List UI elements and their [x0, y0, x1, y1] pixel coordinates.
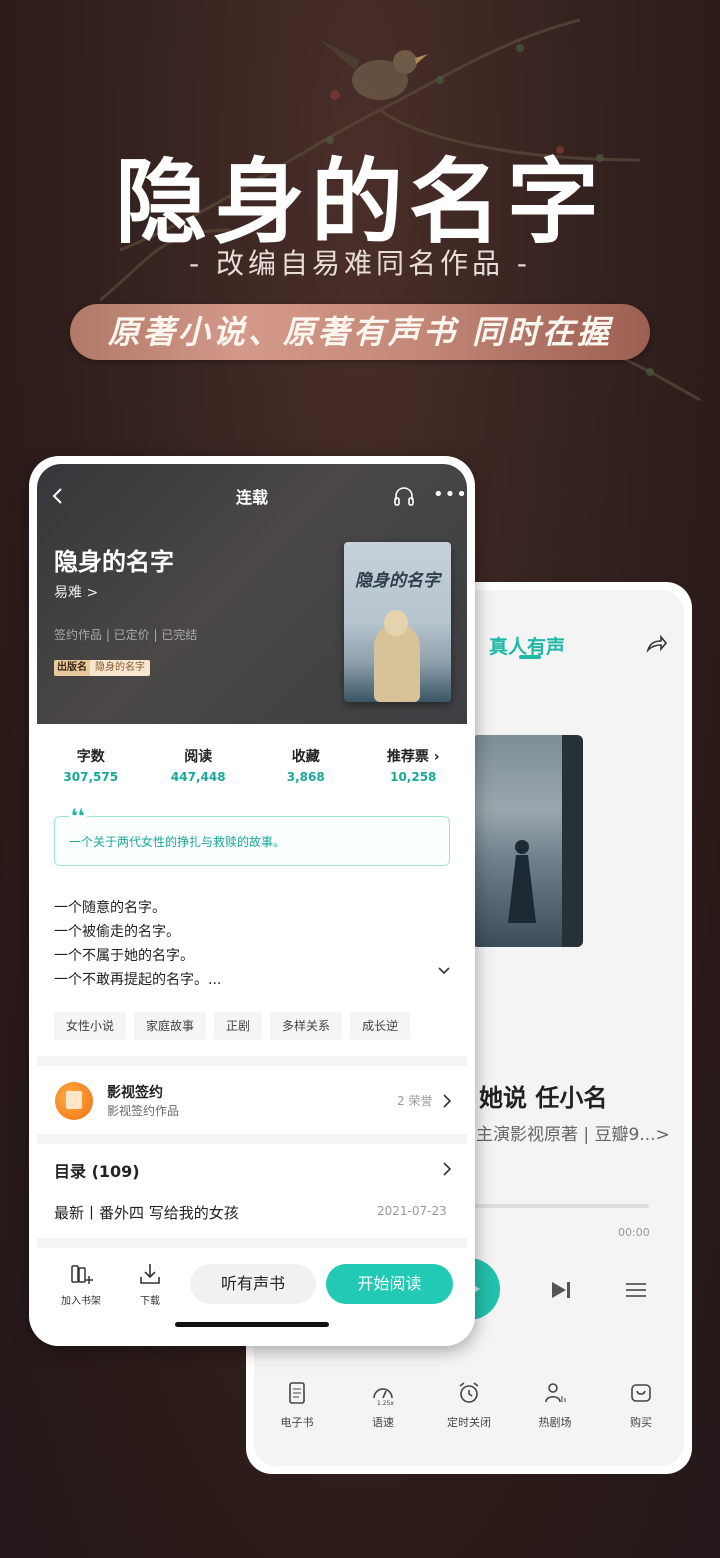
divider [37, 1238, 467, 1248]
tag[interactable]: 家庭故事 [134, 1012, 207, 1040]
playlist-icon[interactable] [624, 1280, 648, 1300]
tool-ebook[interactable]: 电子书 [257, 1380, 337, 1430]
tool-label: 购买 [630, 1416, 652, 1429]
book-phone: 连载 ••• 隐身的名字 易难 > 签约作品 | 已定价 | 已完结 出版名 隐… [29, 456, 475, 1346]
tool-label: 定时关闭 [447, 1416, 491, 1429]
cover-title: 隐身的名字 [355, 571, 440, 591]
book-stats: 字数 307,575 阅读 447,448 收藏 3,868 推荐票 › 10,… [37, 746, 467, 784]
author-link[interactable]: 易难 > [54, 582, 98, 602]
hero-subtitle: - 改编自易难同名作品 - [188, 247, 531, 280]
book-header: 连载 ••• 隐身的名字 易难 > 签约作品 | 已定价 | 已完结 出版名 隐… [37, 464, 467, 724]
intro-line: 一个不属于她的名字。 [54, 948, 194, 964]
divider [37, 1056, 467, 1066]
hero-banner-text: 原著小说、原著有声书 同时在握 [107, 313, 613, 351]
more-icon[interactable]: ••• [433, 484, 467, 505]
start-reading-button[interactable]: 开始阅读 [326, 1264, 453, 1304]
audio-title-underline [519, 655, 541, 659]
book-intro[interactable]: 一个随意的名字。 一个被偷走的名字。 一个不属于她的名字。 一个不敢再提起的名字… [54, 896, 434, 992]
stat-label: 字数 [76, 749, 105, 765]
headphones-icon[interactable] [392, 484, 416, 508]
stat-label: 收藏 [291, 749, 320, 765]
stat-favorites: 收藏 3,868 [252, 746, 360, 784]
ebook-icon [289, 1382, 305, 1404]
share-icon[interactable] [644, 632, 668, 656]
download-icon [140, 1264, 160, 1284]
toc-link[interactable]: 目录 (109) [54, 1158, 140, 1182]
publish-badge-tag: 出版名 [54, 660, 90, 676]
quote-box: ❛❛ 一个关于两代女性的挣扎与救赎的故事。 [54, 806, 450, 866]
stat-value: 307,575 [63, 770, 119, 784]
tag[interactable]: 多样关系 [270, 1012, 343, 1040]
stat-value: 447,448 [170, 770, 226, 784]
woman-silhouette [508, 840, 536, 923]
book-cover[interactable]: 隐身的名字 [344, 542, 451, 702]
latest-date: 2021-07-23 [377, 1204, 447, 1218]
stat-label: 阅读 [184, 749, 213, 765]
tool-buy[interactable]: 购买 [601, 1380, 681, 1430]
tool-label: 热剧场 [538, 1416, 572, 1429]
latest-chapter[interactable]: 最新丨番外四 写给我的女孩 [54, 1202, 239, 1223]
film-title: 影视签约 [107, 1085, 163, 1101]
film-subtitle: 影视签约作品 [107, 1104, 180, 1118]
audio-time: 00:00 [618, 1226, 650, 1239]
book-title: 隐身的名字 [54, 548, 174, 576]
intro-line: 一个随意的名字。 [54, 900, 166, 916]
hero-banner: 原著小说、原著有声书 同时在握 [70, 304, 650, 360]
tag[interactable]: 女性小说 [54, 1012, 127, 1040]
intro-line: 一个被偷走的名字。 [54, 924, 180, 940]
bottom-action-bar: 加入书架 下载 听有声书 开始阅读 [37, 1262, 467, 1320]
download-label: 下载 [140, 1296, 160, 1307]
tag[interactable]: 成长逆 [350, 1012, 411, 1040]
audio-cover-image [472, 735, 583, 947]
intro-line: 一个不敢再提起的名字。... [54, 972, 222, 988]
quote-text: 一个关于两代女性的挣扎与救赎的故事。 [69, 835, 286, 849]
alarm-clock-icon [459, 1382, 479, 1403]
theater-icon [545, 1383, 566, 1403]
audio-song-desc[interactable]: 主演影视原著 | 豆瓣9...> [476, 1120, 670, 1145]
tool-timer[interactable]: 定时关闭 [429, 1380, 509, 1430]
film-contract-icon [55, 1082, 93, 1120]
listen-audiobook-button[interactable]: 听有声书 [190, 1264, 316, 1304]
tag-list: 女性小说 家庭故事 正剧 多样关系 成长逆 [54, 1012, 411, 1040]
divider [37, 1134, 467, 1144]
download-button[interactable]: 下载 [120, 1262, 180, 1307]
publish-badge: 出版名 隐身的名字 [54, 660, 150, 676]
stat-value: 3,868 [286, 770, 325, 784]
speed-icon: 1.25x [373, 1388, 394, 1407]
next-track-icon[interactable] [550, 1280, 572, 1300]
bookshelf-add-icon [71, 1265, 93, 1284]
audio-song-name: 她说 任小名 [479, 1084, 608, 1112]
tool-label: 语速 [372, 1416, 394, 1429]
home-indicator [175, 1322, 329, 1327]
stat-label: 推荐票 › [386, 749, 440, 765]
quote-icon: ❛❛ [69, 804, 87, 828]
add-to-shelf-label: 加入书架 [61, 1296, 101, 1307]
stat-words: 字数 307,575 [37, 746, 145, 784]
film-contract-row[interactable]: 影视签约 影视签约作品 2 荣誉 [37, 1070, 467, 1134]
tag[interactable]: 正剧 [214, 1012, 263, 1040]
shopping-bag-icon [631, 1384, 651, 1402]
book-meta: 签约作品 | 已定价 | 已完结 [54, 628, 198, 642]
expand-chevron-down-icon[interactable] [437, 966, 451, 976]
chevron-right-icon[interactable] [443, 1162, 451, 1176]
film-honor: 2 荣誉 [397, 1094, 433, 1108]
tool-label: 电子书 [280, 1416, 314, 1429]
book-screen: 连载 ••• 隐身的名字 易难 > 签约作品 | 已定价 | 已完结 出版名 隐… [37, 464, 467, 1346]
chevron-right-icon [443, 1094, 451, 1108]
tool-theater[interactable]: 热剧场 [515, 1380, 595, 1430]
svg-text:1.25x: 1.25x [377, 1400, 394, 1406]
audio-toolbar: 电子书 1.25x 语速 定时关闭 热剧场 购买 [254, 1380, 684, 1430]
publish-badge-name: 隐身的名字 [90, 660, 150, 676]
stat-value: 10,258 [390, 770, 437, 784]
tool-speed[interactable]: 1.25x 语速 [343, 1380, 423, 1430]
stat-recommend[interactable]: 推荐票 › 10,258 [360, 746, 468, 784]
audio-progress-bar[interactable] [474, 1204, 649, 1208]
add-to-shelf-button[interactable]: 加入书架 [51, 1262, 111, 1307]
stat-reads: 阅读 447,448 [145, 746, 253, 784]
